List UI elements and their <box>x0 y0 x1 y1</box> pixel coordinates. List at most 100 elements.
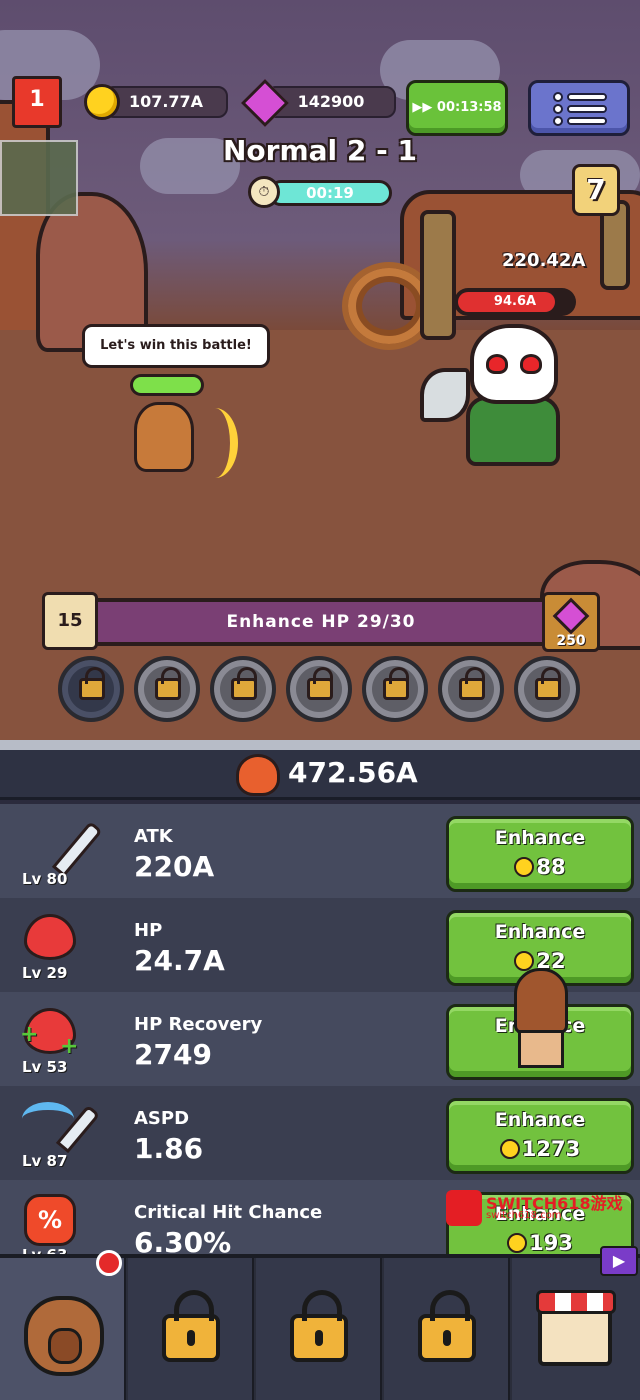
video-play-icon[interactable]: ▶ <box>600 1246 638 1276</box>
coin-icon <box>514 857 535 877</box>
skill-slot[interactable] <box>362 656 428 722</box>
stat-level: Lv 29 <box>22 964 68 982</box>
stage-timer-bar: 00:19 <box>268 180 392 206</box>
stat-name: HP <box>134 920 163 941</box>
quest-scroll-icon: 15 <box>42 592 98 650</box>
enemy-hp-value: 94.6A <box>493 294 537 309</box>
pickaxe-icon <box>20 1096 101 1154</box>
rank-flag-icon[interactable]: 1 <box>12 76 62 128</box>
enhance-label: Enhance <box>494 921 586 943</box>
stat-value: 220A <box>134 850 215 883</box>
player-hp-bar <box>130 374 204 396</box>
calendar-icon[interactable]: 7 <box>572 164 620 216</box>
stat-name: ATK <box>134 826 173 847</box>
rank-value: 1 <box>29 87 45 112</box>
enhance-cost-value: 193 <box>529 1231 573 1255</box>
watermark: SWITCH618游戏 switch618.com <box>446 1188 636 1228</box>
quest-number: 15 <box>57 610 83 631</box>
enemy-damage-total: 220.42A <box>502 250 586 271</box>
gold-value: 107.77A <box>128 92 204 111</box>
stat-row-atk: Lv 80 ATK 220A Enhance 88 <box>0 804 640 898</box>
lock-icon <box>535 667 561 700</box>
enhance-cost-value: 88 <box>536 855 566 879</box>
lock-icon <box>290 1290 348 1362</box>
coin-icon <box>84 84 120 120</box>
lock-icon <box>459 667 485 700</box>
enhance-cost: 88 <box>449 855 631 879</box>
gem-value: 142900 <box>297 92 365 111</box>
skill-slot[interactable] <box>438 656 504 722</box>
panel-divider <box>0 740 640 750</box>
calendar-day: 7 <box>586 173 606 206</box>
stage-title: Normal 2 - 1 <box>223 134 417 167</box>
quest-reward[interactable]: 250 <box>542 592 600 652</box>
stat-name: HP Recovery <box>134 1014 263 1035</box>
nav-tab-shop[interactable] <box>512 1258 640 1400</box>
stat-name: ASPD <box>134 1108 190 1129</box>
lock-icon <box>418 1290 476 1362</box>
speech-bubble: Let's win this battle! <box>82 324 270 368</box>
enemy-eye <box>486 354 508 374</box>
fast-forward-icon: ▶▶ <box>412 100 433 115</box>
switch-logo-icon <box>446 1190 482 1226</box>
crit-burst-icon: % <box>20 1190 80 1246</box>
speed-timer: 00:13:58 <box>436 100 502 115</box>
speed-boost-button[interactable]: ▶▶ 00:13:58 <box>406 80 508 136</box>
enemy-eye <box>520 354 542 374</box>
stat-value: 2749 <box>134 1038 212 1071</box>
axe-icon <box>420 368 470 422</box>
stat-value: 24.7A <box>134 944 225 977</box>
nav-tab-character[interactable] <box>0 1258 126 1400</box>
gold-display: 107.77A <box>104 86 228 118</box>
skill-slot[interactable] <box>210 656 276 722</box>
nav-tab-locked-2[interactable] <box>256 1258 382 1400</box>
watermark-sub: switch618.com <box>486 1210 562 1221</box>
player-hp-fill <box>133 377 201 393</box>
quest-bar[interactable]: Enhance HP 29/30 <box>76 598 566 646</box>
lock-icon <box>155 667 181 700</box>
coin-icon <box>507 1233 528 1253</box>
coin-icon <box>499 1139 520 1159</box>
gem-icon <box>552 597 590 635</box>
stat-name: Critical Hit Chance <box>134 1202 323 1223</box>
combat-power-icon <box>236 754 280 796</box>
stat-level: Lv 87 <box>22 1152 68 1170</box>
quest-text: Enhance HP 29/30 <box>226 612 416 632</box>
enemy-hp-bar: 94.6A <box>454 288 576 316</box>
speech-text: Let's win this battle! <box>100 338 252 353</box>
sword-icon <box>20 814 103 878</box>
enhance-aspd-button[interactable]: Enhance 1273 <box>446 1098 634 1174</box>
stat-row-aspd: Lv 87 ASPD 1.86 Enhance 1273 <box>0 1086 640 1180</box>
stat-level: Lv 53 <box>22 1058 68 1076</box>
enhance-atk-button[interactable]: Enhance 88 <box>446 816 634 892</box>
stat-value: 1.86 <box>134 1132 204 1165</box>
stopwatch-icon: ⏱ <box>248 176 280 208</box>
enhance-label: Enhance <box>494 1109 586 1131</box>
skill-slot[interactable] <box>514 656 580 722</box>
enhance-cost-value: 1273 <box>521 1137 581 1161</box>
combat-power-bar: 472.56A <box>0 750 640 800</box>
stat-level: Lv 80 <box>22 870 68 888</box>
nav-tab-locked-1[interactable] <box>128 1258 254 1400</box>
lock-icon <box>79 667 105 700</box>
bottom-nav <box>0 1254 640 1400</box>
heart-plus-icon: + + <box>20 1002 80 1058</box>
skeleton-enemy <box>470 324 558 404</box>
enhance-label: Enhance <box>494 827 586 849</box>
nav-tab-locked-3[interactable] <box>384 1258 510 1400</box>
skill-slot[interactable] <box>58 656 124 722</box>
lock-icon <box>383 667 409 700</box>
dead-tree <box>420 210 456 340</box>
sword-slash-effect <box>192 408 238 478</box>
menu-button[interactable] <box>528 80 630 136</box>
capybara-hero <box>134 402 194 472</box>
lock-icon <box>231 667 257 700</box>
shop-icon <box>536 1290 616 1366</box>
skill-slot[interactable] <box>134 656 200 722</box>
side-event-card[interactable] <box>0 140 78 216</box>
stage-timer: 00:19 <box>306 184 354 202</box>
notification-dot <box>96 1250 122 1276</box>
capybara-icon <box>24 1296 104 1376</box>
lock-icon <box>307 667 333 700</box>
skill-slot[interactable] <box>286 656 352 722</box>
